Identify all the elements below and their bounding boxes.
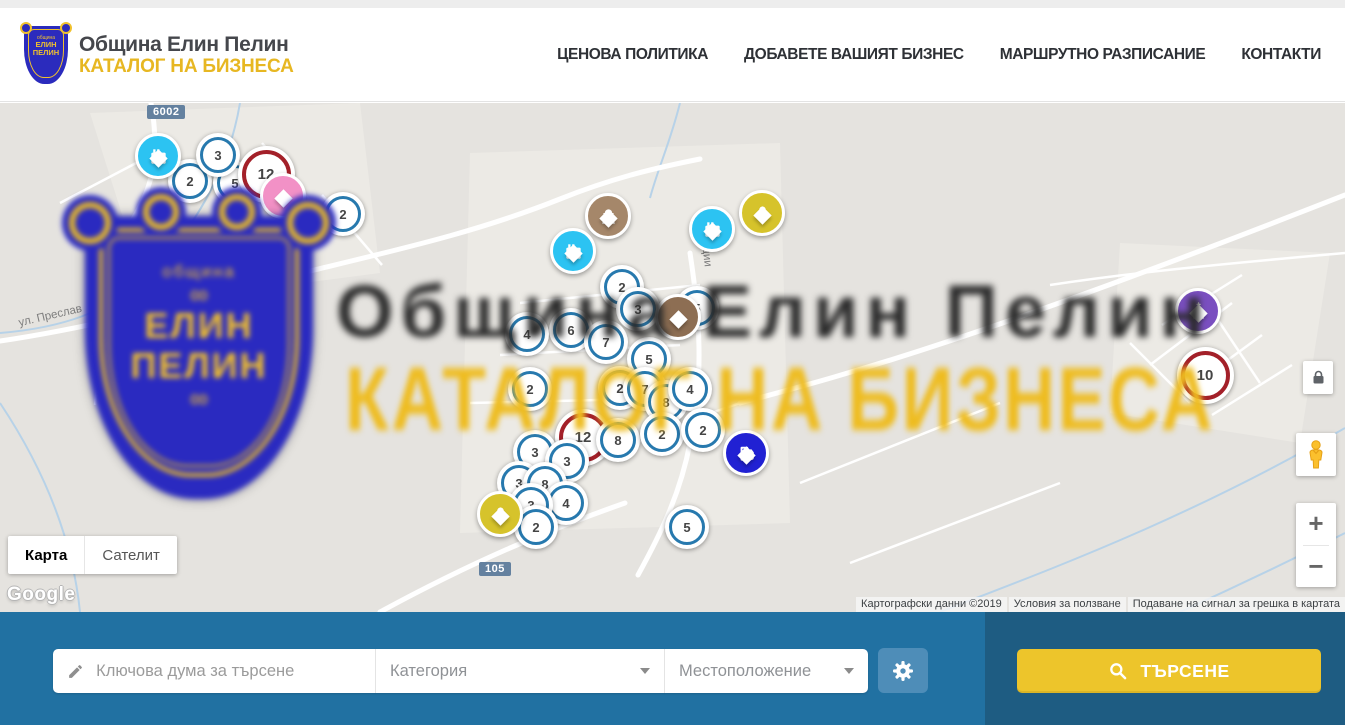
cluster-count: 7 (588, 324, 624, 360)
advanced-search-button[interactable] (878, 648, 928, 693)
cluster-count: 3 (200, 137, 236, 173)
cluster-count: 2 (325, 196, 361, 232)
cluster-marker[interactable]: 7 (584, 320, 628, 364)
main-nav: ЦЕНОВА ПОЛИТИКА ДОБАВЕТЕ ВАШИЯТ БИЗНЕС М… (557, 46, 1321, 64)
map-type-satellite-button[interactable]: Сателит (84, 536, 177, 574)
cluster-count: 2 (518, 509, 554, 545)
cluster-marker[interactable]: 4 (505, 312, 549, 356)
cluster-count: 8 (600, 422, 636, 458)
lock-button[interactable] (1303, 361, 1333, 394)
search-fields: Категория Местоположение (53, 649, 868, 693)
factory-pin[interactable] (689, 206, 735, 238)
chevron-down-icon (640, 668, 650, 674)
search-icon (1108, 661, 1128, 681)
map-canvas[interactable]: 6002 105 ул. Преслав бул. „Новосел ции 2… (0, 103, 1345, 612)
keyword-field[interactable] (53, 649, 376, 693)
cluster-marker[interactable]: 4 (668, 367, 712, 411)
cluster-marker[interactable]: 5 (665, 505, 709, 549)
factory-pin[interactable] (135, 133, 181, 165)
map-type-map-button[interactable]: Карта (8, 536, 84, 574)
nav-item-schedule[interactable]: МАРШРУТНО РАЗПИСАНИЕ (1000, 46, 1206, 64)
bag-pin[interactable] (739, 190, 785, 222)
cluster-marker[interactable]: 3 (196, 133, 240, 177)
map-data-notice: Картографски данни ©2019 (856, 597, 1007, 612)
pegman-icon (1305, 440, 1327, 470)
cluster-count: 5 (669, 509, 705, 545)
zoom-control: + − (1296, 503, 1336, 587)
site-subtitle: КАТАЛОГ НА БИЗНЕСА (79, 56, 294, 77)
flame-pin[interactable] (655, 294, 701, 326)
map-type-control: Карта Сателит (8, 536, 177, 574)
cluster-marker[interactable]: 2 (321, 192, 365, 236)
map-attribution: Картографски данни ©2019 Условия за полз… (854, 597, 1345, 612)
cluster-marker[interactable]: 2 (640, 412, 684, 456)
fuel-pin[interactable] (723, 430, 769, 462)
cluster-marker[interactable]: 10 (1177, 347, 1234, 404)
cluster-marker[interactable]: 2 (508, 367, 552, 411)
pencil-icon (67, 662, 84, 681)
site-title: Община Елин Пелин (79, 33, 294, 56)
cluster-count: 10 (1181, 351, 1230, 400)
nav-item-add-business[interactable]: ДОБАВЕТЕ ВАШИЯТ БИЗНЕС (744, 46, 964, 64)
lock-icon (1312, 370, 1325, 385)
gear-icon (891, 659, 915, 683)
cluster-count: 4 (672, 371, 708, 407)
factory-pin[interactable] (550, 228, 596, 260)
markers-layer: 253122235647522784128223338432510 (0, 103, 1345, 612)
cluster-marker[interactable]: 2 (681, 408, 725, 452)
zoom-in-button[interactable]: + (1296, 503, 1336, 545)
page-top-strip (0, 0, 1345, 8)
terms-link[interactable]: Условия за ползване (1009, 597, 1126, 612)
google-logo: Google (7, 584, 75, 606)
street-view-pegman[interactable] (1296, 433, 1336, 476)
keyword-input[interactable] (94, 661, 375, 682)
church-pin[interactable] (1175, 288, 1221, 320)
category-select[interactable]: Категория (376, 649, 665, 693)
location-select[interactable]: Местоположение (665, 649, 868, 693)
site-logo[interactable]: община ЕЛИН ПЕЛИН Община Елин Пелин КАТА… (24, 26, 294, 84)
report-error-link[interactable]: Подаване на сигнал за грешка в картата (1128, 597, 1345, 612)
cluster-marker[interactable]: 3 (616, 287, 660, 331)
chevron-down-icon (844, 668, 854, 674)
nav-item-pricing[interactable]: ЦЕНОВА ПОЛИТИКА (557, 46, 708, 64)
cluster-count: 3 (620, 291, 656, 327)
cluster-count: 2 (512, 371, 548, 407)
header: община ЕЛИН ПЕЛИН Община Елин Пелин КАТА… (0, 8, 1345, 102)
category-pin[interactable] (260, 173, 306, 205)
cluster-count: 4 (509, 316, 545, 352)
zoom-out-button[interactable]: − (1296, 546, 1336, 588)
nav-item-contacts[interactable]: КОНТАКТИ (1241, 46, 1321, 64)
cluster-count: 2 (685, 412, 721, 448)
bag-pin[interactable] (477, 491, 523, 523)
search-button[interactable]: ТЪРСЕНЕ (1017, 649, 1321, 693)
search-bar: Категория Местоположение (0, 612, 1345, 725)
worker-pin[interactable] (585, 193, 631, 225)
municipality-crest-icon: община ЕЛИН ПЕЛИН (24, 26, 68, 84)
cluster-count: 2 (644, 416, 680, 452)
cluster-marker[interactable]: 8 (596, 418, 640, 462)
